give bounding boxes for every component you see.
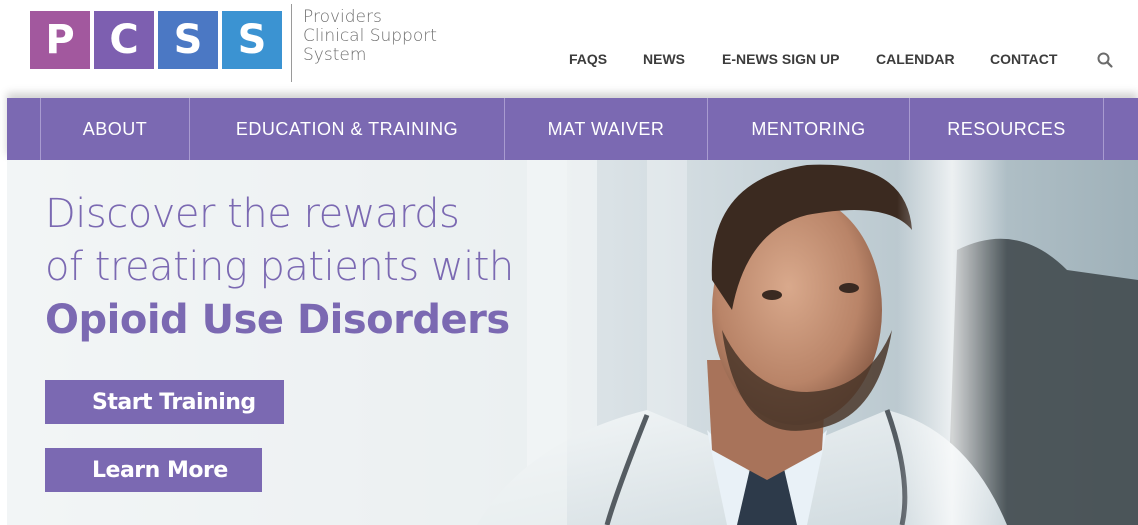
hero-headline: Discover the rewards of treating patient… — [45, 188, 514, 347]
utility-link-enews-signup[interactable]: E-NEWS SIGN UP — [722, 51, 839, 67]
logo-text-line2: Clinical Support — [303, 26, 437, 46]
search-icon[interactable] — [1096, 51, 1114, 69]
utility-nav: FAQS NEWS E-NEWS SIGN UP CALENDAR CONTAC… — [0, 50, 1138, 70]
nav-item-resources[interactable]: RESOURCES — [910, 98, 1103, 160]
start-training-button[interactable]: Start Training — [45, 380, 284, 424]
utility-link-news[interactable]: NEWS — [643, 51, 685, 67]
hero-banner: Discover the rewards of treating patient… — [7, 160, 1138, 525]
nav-item-about[interactable]: ABOUT — [41, 98, 189, 160]
headline-line-3: Opioid Use Disorders — [45, 297, 510, 343]
learn-more-button[interactable]: Learn More — [45, 448, 262, 492]
nav-item-mentoring[interactable]: MENTORING — [708, 98, 909, 160]
nav-item-education-training[interactable]: EDUCATION & TRAINING — [190, 98, 504, 160]
nav-item-mat-waiver[interactable]: MAT WAIVER — [505, 98, 707, 160]
logo-divider — [291, 4, 292, 82]
utility-link-faqs[interactable]: FAQS — [569, 51, 607, 67]
utility-link-contact[interactable]: CONTACT — [990, 51, 1057, 67]
utility-link-calendar[interactable]: CALENDAR — [876, 51, 955, 67]
headline-line-1: Discover the rewards — [45, 191, 460, 237]
logo-text-line1: Providers — [303, 7, 382, 27]
headline-line-2: of treating patients with — [45, 244, 514, 290]
nav-divider — [1103, 98, 1104, 160]
site-header: P C S S Providers Clinical Support Syste… — [0, 0, 1138, 98]
main-nav: ABOUT EDUCATION & TRAINING MAT WAIVER ME… — [7, 98, 1138, 160]
